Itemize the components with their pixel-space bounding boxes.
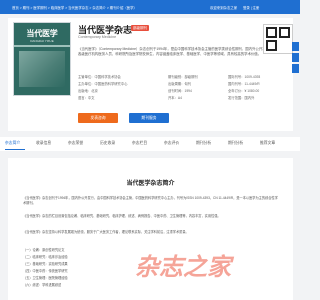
meta-item: 出版地：北京 xyxy=(78,89,98,93)
login-link[interactable]: 登录 | 注册 xyxy=(243,5,259,10)
cover-photo xyxy=(19,51,65,87)
cover-stripe xyxy=(14,45,70,47)
intro-paragraph: 《当代医学》杂志坚持以科学发展观为统领，服务于广大医务工作者，理论联系实际，关注… xyxy=(23,230,189,234)
cover-en: DANGDAI YIXUE xyxy=(30,39,54,43)
cover-title: 当代医学 xyxy=(26,28,58,38)
active-tab-indicator xyxy=(5,149,25,150)
tab-analysis[interactable]: 期刊分析 xyxy=(196,141,211,146)
tab-bar: 杂志简介 收录信息 杂志荣誉 历史收录 杂志栏目 杂志评价 期刊分析 期刊分析 … xyxy=(0,137,300,151)
meta-item: 开本：A4 xyxy=(168,96,182,100)
journal-card: 当代医学 DANGDAI YIXUE 当代医学杂志 部级期刊 Contempor… xyxy=(8,18,293,131)
meta-item: 主管单位：中国科学技术协会 xyxy=(78,75,121,79)
intro-paragraph: 《当代医学》杂志的栏目设置包括论著、临床研究、基础研究、临床护理、综述、病例报告… xyxy=(23,214,221,218)
meta-item: 国内刊号：11-4449/R xyxy=(228,82,260,86)
submit-consult-button[interactable]: 发表咨询 xyxy=(78,113,118,123)
site-watermark: 杂志之家 xyxy=(135,254,231,281)
journal-cover[interactable]: 当代医学 DANGDAI YIXUE xyxy=(13,22,71,96)
meta-item: 全年订价：¥ 1080.00 xyxy=(228,89,260,93)
intro-list-item: （六）综述：学科进展综述 xyxy=(23,283,62,287)
meta-row: 出版地：北京 创刊时间：1994 全年订价：¥ 1080.00 xyxy=(78,88,288,93)
meta-row: 主管单位：中国科学技术协会 期刊级别：部级期刊 国际刊号：1009-4393 xyxy=(78,74,288,79)
meta-item: 出版周期：旬刊 xyxy=(168,82,192,86)
side-toolbar xyxy=(292,42,300,75)
intro-paragraph: 《当代医学》杂志创刊于1994年，国内外公开发行，由中国科学技术协会主管，中国医… xyxy=(23,196,278,205)
breadcrumb[interactable]: 首页 > 期刊 > 医学期刊 > 临床医学 > 当代医学杂志 > 杂志简介 > … xyxy=(12,5,137,10)
qr-code-icon xyxy=(263,24,293,54)
side-service-icon[interactable] xyxy=(292,42,299,51)
meta-item: 期刊级别：部级期刊 xyxy=(168,75,198,79)
journal-service-button[interactable]: 期刊服务 xyxy=(129,113,169,123)
journal-description: 《当代医学》（Contemporary Medicine）杂志创刊于1994年，… xyxy=(78,47,286,57)
tab-articles[interactable]: 推荐文章 xyxy=(260,141,275,146)
intro-heading: 当代医学杂志简介 xyxy=(126,181,175,187)
tab-analysis-2[interactable]: 期刊分析 xyxy=(228,141,243,146)
tab-review[interactable]: 杂志评价 xyxy=(164,141,179,146)
top-bar: 首页 > 期刊 > 医学期刊 > 临床医学 > 当代医学杂志 > 杂志简介 > … xyxy=(0,0,300,14)
tab-history[interactable]: 历史收录 xyxy=(100,141,115,146)
journal-subtitle: Contemporary Medicine xyxy=(78,35,117,39)
meta-item: 国际刊号：1009-4393 xyxy=(228,75,261,79)
side-phone-icon[interactable] xyxy=(292,53,299,62)
tab-intro[interactable]: 杂志简介 xyxy=(5,141,20,146)
tab-columns[interactable]: 杂志栏目 xyxy=(132,141,147,146)
meta-row: 主办单位：中国医药科学研究中心 出版周期：旬刊 国内刊号：11-4449/R xyxy=(78,81,288,86)
side-top-icon[interactable] xyxy=(292,64,299,73)
meta-item: 创刊时间：1994 xyxy=(168,89,192,93)
meta-row: 语言：中文 开本：A4 发行范围：国内外 xyxy=(78,95,288,100)
tab-indexing[interactable]: 收录信息 xyxy=(36,141,51,146)
meta-item: 语言：中文 xyxy=(78,96,95,100)
level-badge: 部级期刊 xyxy=(131,25,149,31)
welcome-text: 欢迎来到杂志之家 xyxy=(210,6,238,10)
meta-item: 发行范围：国内外 xyxy=(228,96,255,100)
meta-item: 主办单位：中国医药科学研究中心 xyxy=(78,82,128,86)
tab-honors[interactable]: 杂志荣誉 xyxy=(68,141,83,146)
